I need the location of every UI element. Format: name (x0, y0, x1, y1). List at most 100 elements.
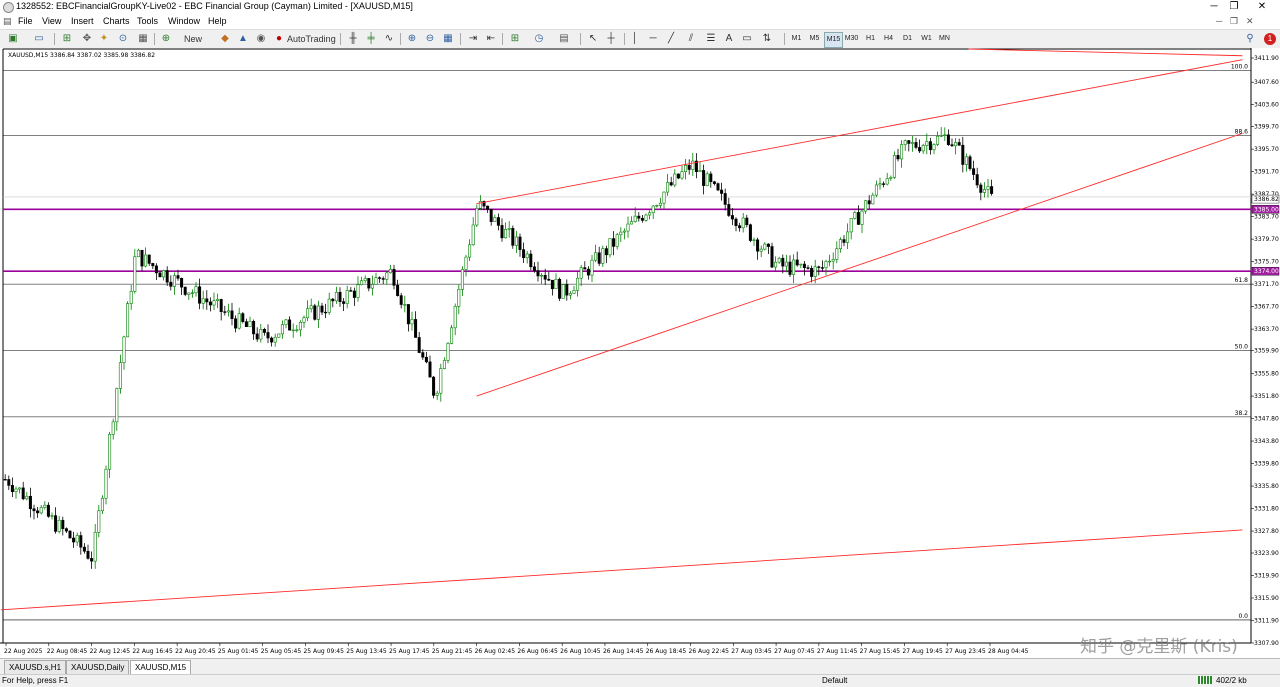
candle-body (352, 290, 356, 298)
strategy-tester-icon[interactable]: ▦ (136, 32, 150, 46)
profiles-icon[interactable]: ▭ (32, 32, 46, 46)
candle-body (342, 301, 346, 304)
chart-area[interactable]: 100.0 88.6 61.8 50.0 38.2 0.0 3411.90 3407.60 3… (0, 48, 1280, 658)
timeframe-d1[interactable]: D1 (899, 32, 916, 46)
candle-body (766, 243, 770, 247)
zoom-in-icon[interactable]: ⊕ (405, 32, 419, 46)
candle-body (32, 508, 36, 512)
indicators-icon[interactable]: ⊞ (508, 32, 522, 46)
timeframe-w1[interactable]: W1 (918, 32, 935, 46)
new-chart-icon[interactable]: ▣ (6, 32, 20, 46)
arrows-icon[interactable]: ⇅ (760, 32, 774, 46)
fib-level-label: 100.0 (1231, 63, 1248, 70)
tab-xauusd-daily[interactable]: XAUUSD,Daily (66, 660, 130, 675)
meta-editor-icon[interactable]: ◆ (218, 32, 232, 46)
menu-help[interactable]: Help (208, 16, 227, 26)
candle-body (608, 238, 612, 256)
price-axis-label: 3347.80 (1254, 416, 1279, 423)
candle-body (309, 305, 313, 310)
candle-body (813, 266, 817, 277)
fibonacci-icon[interactable]: ☰ (704, 32, 718, 46)
candlestick-icon[interactable]: ╪ (364, 32, 378, 46)
text-tool-icon[interactable]: A (722, 32, 736, 46)
menu-file[interactable]: File (18, 16, 33, 26)
price-axis-label: 3383.70 (1254, 214, 1279, 221)
candle-body (410, 319, 414, 325)
new-order-button[interactable]: New Order (172, 32, 214, 58)
price-chart[interactable]: 100.0 88.6 61.8 50.0 38.2 0.0 3411.90 3407.60 3… (0, 48, 1280, 658)
candle-body (889, 177, 893, 179)
candle-body (565, 284, 569, 296)
candle-body (763, 243, 767, 250)
timeframe-h1[interactable]: H1 (862, 32, 879, 46)
candle-body (234, 318, 238, 329)
chart-shift-icon[interactable]: ⇥ (466, 32, 480, 46)
auto-scroll-icon[interactable]: ⇤ (484, 32, 498, 46)
candle-body (75, 535, 79, 543)
vertical-line-icon[interactable]: │ (628, 32, 642, 46)
candle-body (698, 170, 702, 173)
timeframe-m5[interactable]: M5 (806, 32, 823, 46)
time-axis-label: 27 Aug 23:45 (945, 648, 986, 655)
menu-window[interactable]: Window (168, 16, 200, 26)
timeframe-m15[interactable]: M15 (824, 32, 843, 48)
tab-xauusd-s-h1[interactable]: XAUUSD.s,H1 (4, 660, 67, 675)
timeframe-h4[interactable]: H4 (880, 32, 897, 46)
market-watch-icon[interactable]: ⊞ (60, 32, 74, 46)
data-window-icon[interactable]: ✥ (80, 32, 94, 46)
close-button[interactable]: ✕ (1242, 0, 1280, 14)
signals-icon[interactable]: ▲ (236, 32, 250, 46)
tab-xauusd-m15[interactable]: XAUUSD,M15 (130, 660, 192, 675)
menu-tools[interactable]: Tools (137, 16, 158, 26)
periods-icon[interactable]: ◷ (532, 32, 546, 46)
menu-view[interactable]: View (42, 16, 61, 26)
terminal-icon[interactable]: ⊙ (116, 32, 130, 46)
label-tool-icon[interactable]: ▭ (740, 32, 754, 46)
candle-body (345, 290, 349, 304)
price-axis-label: 3331.80 (1254, 506, 1279, 513)
time-axis-label: 27 Aug 19:45 (902, 648, 943, 655)
candle-body (388, 268, 392, 274)
cursor-icon[interactable]: ↖ (586, 32, 600, 46)
zoom-out-icon[interactable]: ⊖ (423, 32, 437, 46)
candle-body (496, 217, 500, 226)
templates-icon[interactable]: ▤ (557, 32, 571, 46)
menu-bar: ▤ File View Insert Charts Tools Window H… (0, 14, 1280, 30)
timeframe-mn[interactable]: MN (936, 32, 953, 46)
tile-windows-icon[interactable]: ▦ (441, 32, 455, 46)
candle-body (57, 519, 61, 532)
bar-chart-icon[interactable]: ╫ (346, 32, 360, 46)
watermark: 知乎 @克里斯 (Kris) (1080, 637, 1238, 657)
candle-body (662, 191, 666, 204)
channel-icon[interactable]: ⫽ (684, 32, 698, 46)
candle-body (68, 530, 72, 539)
navigator-icon[interactable]: ✦ (97, 32, 111, 46)
candle-body (241, 313, 245, 322)
toolbar: ▣ ▭ ⊞ ✥ ✦ ⊙ ▦ ⊕ New Order ◆ ▲ ◉ ● AutoTr… (0, 30, 1280, 58)
time-axis-label: 25 Aug 21:45 (432, 648, 473, 655)
crosshair-icon[interactable]: ┼ (604, 32, 618, 46)
candle-body (14, 488, 18, 492)
candle-body (712, 181, 716, 184)
autotrading-icon[interactable]: ● (272, 32, 286, 46)
timeframe-m1[interactable]: M1 (788, 32, 805, 46)
notification-icon[interactable]: 1 (1264, 33, 1276, 45)
candle-body (486, 205, 490, 210)
minimize-chart-icon[interactable]: ─ (1216, 16, 1222, 26)
menu-insert[interactable]: Insert (71, 16, 94, 26)
horizontal-line-icon[interactable]: ─ (646, 32, 660, 46)
new-order-icon[interactable]: ⊕ (159, 32, 173, 46)
autotrading-button[interactable]: AutoTrading (287, 32, 336, 46)
line-chart-icon[interactable]: ∿ (382, 32, 396, 46)
chart-icon[interactable]: ▤ (3, 16, 12, 27)
close-chart-icon[interactable]: ✕ (1246, 16, 1254, 27)
status-profile: Default (822, 676, 848, 685)
candle-body (810, 268, 814, 277)
market-icon[interactable]: ◉ (254, 32, 268, 46)
timeframe-m30[interactable]: M30 (843, 32, 860, 46)
trendline-icon[interactable]: ╱ (664, 32, 678, 46)
menu-charts[interactable]: Charts (103, 16, 130, 26)
search-icon[interactable]: ⚲ (1243, 32, 1257, 46)
candle-body (867, 200, 871, 205)
restore-chart-icon[interactable]: ❐ (1230, 16, 1238, 27)
